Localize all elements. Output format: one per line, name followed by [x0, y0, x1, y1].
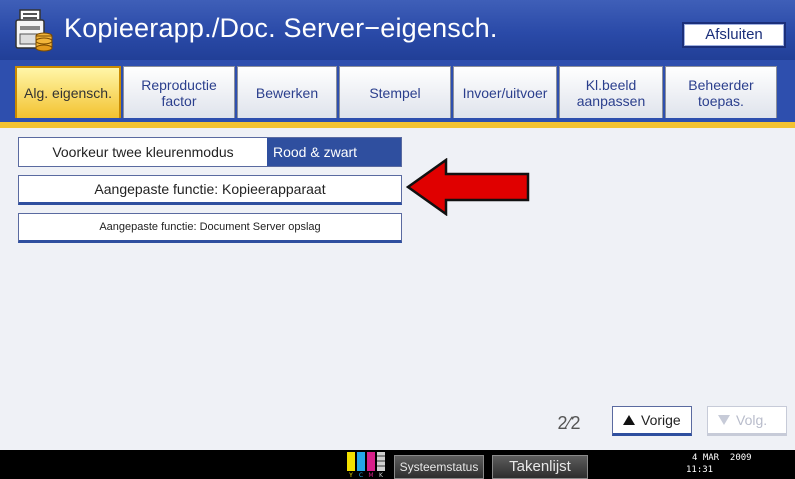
svg-text:C: C: [359, 472, 363, 478]
tab-label: Invoer/uitvoer: [462, 84, 548, 101]
time-text: 11:31: [686, 465, 714, 475]
tab-label: Beheerder toepas.: [688, 76, 754, 109]
svg-text:M: M: [368, 472, 373, 478]
active-tab-underline: [0, 122, 795, 128]
exit-button[interactable]: Afsluiten: [682, 22, 786, 48]
next-label: Volg.: [736, 412, 768, 428]
two-color-mode-setting[interactable]: Voorkeur twee kleurenmodus Rood & zwart: [18, 137, 402, 167]
triangle-up-icon: [623, 415, 635, 425]
next-page-button[interactable]: Volg.: [707, 406, 787, 436]
system-status-button[interactable]: Systeemstatus: [394, 455, 484, 479]
two-color-mode-value: Rood & zwart: [267, 138, 401, 166]
tab-edit[interactable]: Bewerken: [237, 66, 337, 118]
page-indicator: 2∕2: [557, 413, 581, 433]
red-pointer-arrow-icon: [406, 158, 530, 216]
triangle-down-icon: [718, 415, 730, 425]
two-color-mode-label: Voorkeur twee kleurenmodus: [19, 138, 267, 166]
tab-initial-display[interactable]: Kl.beeld aanpassen: [559, 66, 663, 118]
tab-administrator-tools[interactable]: Beheerder toepas.: [665, 66, 777, 118]
svg-text:K: K: [379, 472, 384, 478]
copier-settings-icon: [15, 9, 53, 52]
tab-input-output[interactable]: Invoer/uitvoer: [453, 66, 557, 118]
custom-function-copier-button[interactable]: Aangepaste functie: Kopieerapparaat: [18, 175, 402, 205]
tab-label: Alg. eigensch.: [24, 85, 112, 101]
tab-label: Bewerken: [255, 84, 319, 101]
tab-label: Reproductie factor: [141, 76, 217, 109]
tab-reproduction-ratio[interactable]: Reproductie factor: [123, 66, 235, 118]
screen-title: Kopieerapp./Doc. Server−eigensch.: [64, 13, 498, 43]
settings-content-area: [0, 122, 795, 450]
svg-text:Y: Y: [348, 472, 353, 478]
copier-settings-screen: Kopieerapp./Doc. Server−eigensch. Afslui…: [0, 0, 795, 479]
tab-label: Kl.beeld aanpassen: [576, 76, 646, 109]
date-text: 4 MAR 2009: [692, 453, 752, 463]
previous-label: Vorige: [641, 412, 681, 428]
toner-level-icon: Y C M K: [347, 452, 385, 478]
custom-function-docserver-button[interactable]: Aangepaste functie: Document Server opsl…: [18, 213, 402, 243]
tab-general-settings[interactable]: Alg. eigensch.: [15, 66, 121, 118]
tab-label: Stempel: [369, 84, 421, 101]
date-time-display: 4 MAR 2009 11:31: [686, 452, 766, 476]
previous-page-button[interactable]: Vorige: [612, 406, 692, 436]
job-list-button[interactable]: Takenlijst: [492, 455, 588, 479]
tab-stamp[interactable]: Stempel: [339, 66, 451, 118]
